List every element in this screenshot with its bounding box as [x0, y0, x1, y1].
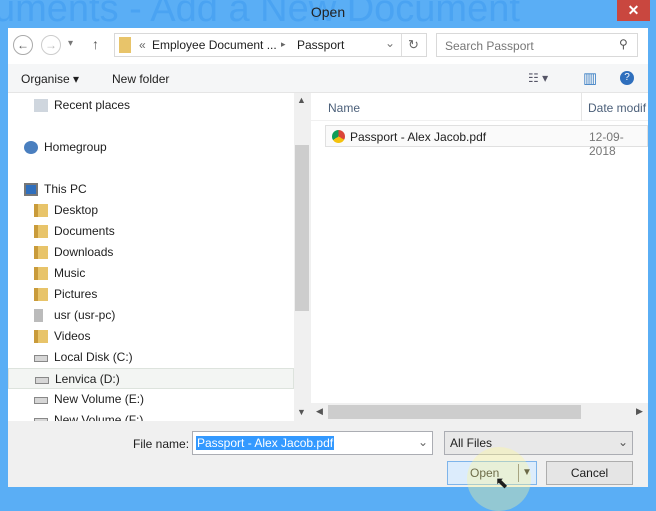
sidebar-item-music[interactable]: Music: [8, 263, 294, 284]
breadcrumb-separator-icon: ▸: [281, 39, 286, 49]
horizontal-scrollbar[interactable]: ◀ ▶: [311, 403, 648, 421]
homegroup-icon: [24, 141, 38, 154]
search-input[interactable]: Search Passport: [436, 33, 638, 57]
forward-button[interactable]: →: [41, 35, 61, 55]
folder-icon: [34, 267, 48, 280]
drive-icon: [34, 397, 48, 404]
file-type-value: All Files: [450, 436, 493, 450]
column-header-date[interactable]: Date modif: [588, 101, 646, 115]
drive-icon: [35, 377, 49, 384]
breadcrumb-overflow[interactable]: «: [139, 38, 146, 52]
drive-icon: [34, 355, 48, 362]
sidebar-item-new-volume-f[interactable]: New Volume (F:): [8, 410, 294, 421]
sidebar-item-videos[interactable]: Videos: [8, 326, 294, 347]
refresh-button[interactable]: ↻: [408, 37, 419, 53]
sidebar-item-documents[interactable]: Documents: [8, 221, 294, 242]
sidebar-item-local-disk-c[interactable]: Local Disk (C:): [8, 347, 294, 368]
back-button[interactable]: ←: [13, 35, 33, 55]
folder-icon: [34, 225, 48, 238]
sidebar-item-downloads[interactable]: Downloads: [8, 242, 294, 263]
sidebar-item-label: Lenvica (D:): [55, 372, 120, 386]
column-header-row: Name Date modif: [311, 93, 648, 121]
sidebar-item-recent-places[interactable]: Recent places: [8, 95, 294, 116]
up-button[interactable]: ↑: [92, 36, 99, 52]
folder-icon: [34, 204, 48, 217]
sidebar-item-pictures[interactable]: Pictures: [8, 284, 294, 305]
navigation-bar: ← → ▾ ↑ « Employee Document ... ▸ Passpo…: [8, 28, 648, 64]
sidebar-item-label: Recent places: [54, 98, 131, 112]
scroll-right-icon[interactable]: ▶: [636, 406, 643, 417]
sidebar-item-homegroup[interactable]: Homegroup: [8, 137, 294, 158]
file-row[interactable]: Passport - Alex Jacob.pdf 12-09-2018: [325, 125, 648, 158]
cancel-button[interactable]: Cancel: [546, 461, 633, 485]
sidebar-item-label: Local Disk (C:): [54, 350, 133, 364]
sidebar-item-desktop[interactable]: Desktop: [8, 200, 294, 221]
file-type-select[interactable]: All Files ⌄: [444, 431, 633, 455]
chevron-down-icon: ⌄: [618, 435, 629, 449]
sidebar-item-label: usr (usr-pc): [54, 308, 116, 322]
sidebar-item-label: New Volume (F:): [54, 413, 144, 421]
sidebar-item-label: This PC: [44, 182, 87, 196]
mouse-cursor-icon: ⬉: [495, 475, 509, 492]
file-name-dropdown-icon[interactable]: ⌄: [418, 435, 428, 449]
organise-menu[interactable]: Organise ▾: [21, 72, 79, 86]
file-date: 12-09-2018: [589, 130, 624, 158]
scroll-down-icon[interactable]: ▼: [297, 407, 306, 417]
sidebar-item-label: New Volume (E:): [54, 392, 145, 406]
sidebar-item-usr[interactable]: usr (usr-pc): [8, 305, 294, 326]
network-drive-icon: [34, 309, 43, 322]
scrollbar-thumb[interactable]: [328, 405, 581, 419]
breadcrumb-passport[interactable]: Passport: [297, 38, 344, 52]
chrome-pdf-icon: [332, 130, 345, 143]
sidebar-item-label: Homegroup: [44, 140, 107, 154]
recent-locations-dropdown[interactable]: ▾: [68, 38, 73, 49]
close-button[interactable]: ✕: [617, 0, 650, 21]
column-header-name[interactable]: Name: [328, 101, 360, 115]
address-dropdown-icon[interactable]: ⌄: [385, 36, 395, 50]
sidebar-item-label: Desktop: [54, 203, 99, 217]
folder-icon: [119, 37, 131, 53]
navigation-pane: Recent places Homegroup This PC Desktop …: [8, 93, 294, 421]
folder-icon: [34, 288, 48, 301]
scrollbar-thumb[interactable]: [295, 145, 309, 311]
sidebar-item-lenvica-d[interactable]: Lenvica (D:): [8, 368, 294, 389]
open-dialog: ← → ▾ ↑ « Employee Document ... ▸ Passpo…: [8, 28, 648, 511]
sidebar-item-this-pc[interactable]: This PC: [8, 179, 294, 200]
file-name-input[interactable]: Passport - Alex Jacob.pdf ⌄: [192, 431, 433, 455]
sidebar-item-label: Documents: [54, 224, 115, 238]
file-name-label: File name:: [133, 437, 190, 451]
folder-icon: [34, 246, 48, 259]
scroll-left-icon[interactable]: ◀: [316, 406, 323, 417]
dialog-title: Open: [310, 4, 346, 20]
file-list: Name Date modif Passport - Alex Jacob.pd…: [311, 93, 648, 421]
sidebar-item-label: Music: [54, 266, 86, 280]
scroll-up-icon[interactable]: ▲: [297, 95, 306, 105]
help-icon[interactable]: ?: [620, 71, 634, 85]
breadcrumb-employee-document[interactable]: Employee Document ...: [152, 38, 277, 52]
navigation-pane-scrollbar[interactable]: ▲ ▼: [294, 93, 310, 421]
file-name: Passport - Alex Jacob.pdf: [350, 130, 487, 144]
folder-icon: [34, 330, 48, 343]
sidebar-item-label: Downloads: [54, 245, 114, 259]
sidebar-item-label: Videos: [54, 329, 91, 343]
dialog-footer: File name: Passport - Alex Jacob.pdf ⌄ A…: [8, 421, 648, 511]
new-folder-button[interactable]: New folder: [112, 72, 169, 86]
computer-icon: [24, 183, 38, 196]
column-divider[interactable]: [581, 93, 582, 121]
recent-places-icon: [34, 99, 48, 112]
command-bar: Organise ▾ New folder ☷ ▾ ▥ ?: [8, 64, 648, 93]
sidebar-item-new-volume-e[interactable]: New Volume (E:): [8, 389, 294, 410]
divider: [401, 34, 402, 56]
file-name-value: Passport - Alex Jacob.pdf: [196, 436, 335, 450]
address-bar[interactable]: « Employee Document ... ▸ Passport ⌄ ↻: [114, 33, 427, 57]
search-icon[interactable]: ⚲: [619, 37, 628, 51]
view-options-icon[interactable]: ☷ ▾: [528, 71, 548, 85]
sidebar-item-label: Pictures: [54, 287, 98, 301]
preview-pane-icon[interactable]: ▥: [583, 69, 597, 87]
